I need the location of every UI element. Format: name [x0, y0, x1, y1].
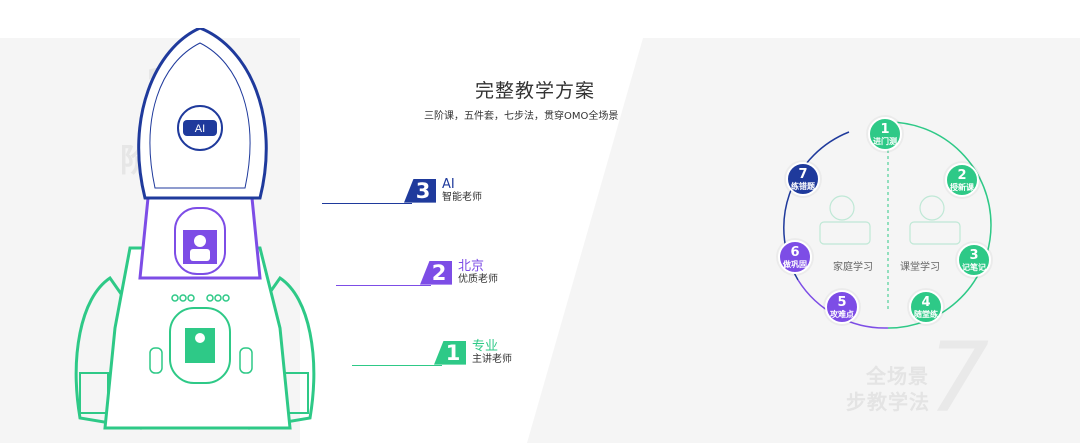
- cycle-step-3: 3 记笔记: [957, 243, 991, 277]
- level-2: 2 北京 优质老师: [420, 259, 498, 286]
- cycle-step-4: 4 随堂练: [909, 290, 943, 324]
- cycle-step-6: 6 做巩固: [778, 240, 812, 274]
- ai-window-label: AI: [195, 123, 205, 135]
- level-3-badge: 3: [404, 178, 436, 203]
- level-1-title: 专业: [472, 339, 499, 354]
- level-3-subtitle: 智能老师: [442, 192, 482, 204]
- page-subtitle: 三阶课，五件套，七步法，贯穿OMO全场景: [424, 111, 619, 122]
- background-seven-label-2: 步教学法: [846, 390, 930, 414]
- rocket-illustration: AI: [74, 28, 316, 430]
- level-2-subtitle: 优质老师: [458, 274, 498, 286]
- level-1-line: [352, 365, 442, 366]
- level-1-subtitle: 主讲老师: [472, 354, 512, 366]
- level-3: 3 AI 智能老师: [404, 177, 482, 204]
- level-3-line: [322, 203, 412, 204]
- level-2-line: [336, 285, 431, 286]
- level-3-title: AI: [442, 177, 455, 192]
- cycle-step-2: 2 授新课: [945, 163, 979, 197]
- level-1-badge: 1: [434, 340, 466, 365]
- cycle-step-1: 1 进门测: [868, 117, 902, 151]
- home-learning-label: 家庭学习: [833, 262, 873, 273]
- level-2-title: 北京: [458, 259, 485, 274]
- level-2-badge: 2: [420, 260, 452, 285]
- page-title: 完整教学方案: [475, 80, 596, 102]
- class-learning-label: 课堂学习: [900, 262, 940, 273]
- cycle-step-7: 7 练错题: [786, 162, 820, 196]
- level-1: 1 专业 主讲老师: [434, 339, 512, 366]
- cycle-step-5: 5 攻难点: [825, 290, 859, 324]
- background-seven-label-1: 全场景: [866, 364, 929, 388]
- cycle-illustrations: [819, 195, 961, 245]
